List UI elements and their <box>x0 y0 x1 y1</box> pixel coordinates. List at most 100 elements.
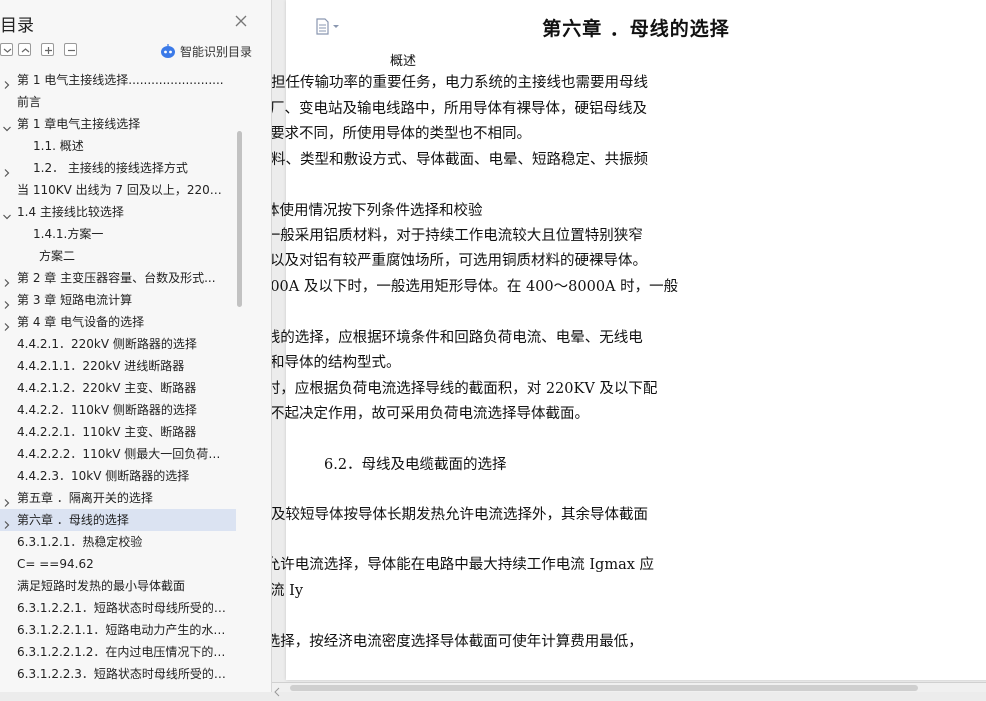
chapter-title: 第六章 ．母线的选择 <box>542 18 730 40</box>
document-page: 第六章 ．母线的选择 概述母线在电力系统中主要担任传输功率的重要任务，电力系统的… <box>272 0 986 680</box>
toc-item[interactable]: 第 3 章 短路电流计算 <box>0 289 236 311</box>
remove-icon[interactable] <box>64 43 77 56</box>
chevron-down-icon[interactable] <box>2 207 12 220</box>
toc-item-label: 1.4 主接线比较选择 <box>17 205 124 219</box>
document-text-line: 发电机，变压器出线端部，以及对铝有较严重腐蚀场所，可选用铜质材料的硬裸导体。 <box>272 253 647 269</box>
toc-item[interactable]: 4.4.2.1.1．220kV 进线断路器 <box>0 355 236 377</box>
toc-item[interactable]: 当 110KV 出线为 7 回及以上，220K ... <box>0 179 236 201</box>
toc-item[interactable]: 4.4.2.3．10kV 侧断路器的选择 <box>0 465 236 487</box>
toc-list: 第 1 电气主接线选择......................... 前言第 … <box>0 69 236 689</box>
toc-item-label: 4.4.2.2.1．110kV 主变、断路器 <box>17 425 197 439</box>
chevron-right-icon[interactable] <box>2 295 12 309</box>
document-area: 第六章 ．母线的选择 概述母线在电力系统中主要担任传输功率的重要任务，电力系统的… <box>272 0 986 692</box>
toc-item[interactable]: 4.4.2.2.2．110kV 侧最大一回负荷出 ... <box>0 443 236 465</box>
ai-recognize-label: 智能识别目录 <box>180 44 253 59</box>
document-text-line: （2）配电装置中软导线的选择，应根据环境条件和回路负荷电流、电晕、无线电 <box>272 330 643 346</box>
sidebar-scrollbar[interactable] <box>237 131 242 307</box>
document-text-line: 扰等条件，确定导体的截面和导体的结构型式。 <box>272 355 401 371</box>
document-text-line: 6.1．裸导体应根据具体使用情况按下列条件选择和校验 <box>272 203 483 219</box>
toc-item-label: 6.3.1.2.2.1.2．在内过电压情况下的风 ... <box>17 645 228 659</box>
toc-item[interactable]: 6.3.1.2.2.1．短路状态时母线所受的 ... <box>0 597 236 619</box>
toc-item-label: C= ==94.62 <box>17 557 94 571</box>
toc-item-label: 当 110KV 出线为 7 回及以上，220K ... <box>17 183 228 197</box>
ai-recognize-icon <box>160 43 176 59</box>
toc-item-label: 第 1 电气主接线选择......................... <box>17 73 224 87</box>
close-icon[interactable] <box>232 12 250 30</box>
toc-item[interactable]: 第五章 ．隔离开关的选择 <box>0 487 236 509</box>
toc-item[interactable]: 第 4 章 电气设备的选择 <box>0 311 236 333</box>
toc-item[interactable]: 1.4 主接线比较选择 <box>0 201 236 223</box>
toc-item-label: 4.4.2.2．110kV 侧断路器的选择 <box>17 403 197 417</box>
toc-item[interactable]: 第 2 章 主变压器容量、台数及形式... <box>0 267 236 289</box>
toc-item-label: 4.4.2.1.1．220kV 进线断路器 <box>17 359 185 373</box>
chevron-right-icon[interactable] <box>2 163 12 177</box>
ai-recognize-toc-button[interactable]: 智能识别目录 <box>160 42 252 60</box>
document-text-line: 6.2．母线及电缆截面的选择 <box>324 457 507 473</box>
toc-item-label: 6.3.1.2.2.3．短路状态时母线所受的 ... <box>17 667 228 681</box>
toc-item-label: 4.4.2.3．10kV 侧断路器的选择 <box>17 469 190 483</box>
document-text-line: 力电缆等，由于电压等级及要求不同，所使用导体的类型也不相同。 <box>272 126 531 142</box>
toc-item[interactable]: 1.2． 主接线的接线选择方式 <box>0 157 236 179</box>
chevron-down-icon[interactable] <box>2 119 12 132</box>
toc-item-label: 第 2 章 主变压器容量、台数及形式... <box>17 271 216 285</box>
toc-item-label: 满足短路时发热的最小导体截面 <box>17 579 186 593</box>
toc-item[interactable]: 6.3.1.2.1．热稳定校验 <box>0 531 236 553</box>
toc-item-label: 4.4.2.1．220kV 侧断路器的选择 <box>17 337 197 351</box>
document-text-line: 除配电装置的汇流母线及较短导体按导体长期发热允许电流选择外，其余导体截面 <box>272 507 648 523</box>
document-text-line: （1）按导体长期发热允许电流选择，导体能在电路中最大持续工作电流 Igmax 应 <box>272 557 655 573</box>
toc-item[interactable]: 第 1 章电气主接线选择 <box>0 113 236 135</box>
add-icon[interactable] <box>41 43 54 56</box>
toc-item[interactable]: 4.4.2.2．110kV 侧断路器的选择 <box>0 399 236 421</box>
toc-item[interactable]: 4.4.2.2.1．110kV 主变、断路器 <box>0 421 236 443</box>
toc-item[interactable]: 1.1. 概述 <box>0 135 236 157</box>
document-text-line: 概述 <box>390 54 417 69</box>
collapse-all-icon[interactable] <box>18 43 31 56</box>
document-text-line: （1）型式：载流导体一般采用铝质材料，对于持续工作电流较大且位置特别狭窄 <box>272 228 643 244</box>
document-text-line: 装置，电晕对选择导体一般不起决定作用，故可采用负荷电流选择导体截面。 <box>272 406 589 422</box>
toc-item[interactable]: 1.4.1.方案一 <box>0 223 236 245</box>
toc-item-label: 前言 <box>17 95 42 109</box>
toc-item[interactable]: 第 1 电气主接线选择......................... <box>0 69 236 91</box>
chevron-right-icon[interactable] <box>2 515 12 529</box>
toc-item-label: 6.3.1.2.2.1．短路状态时母线所受的 ... <box>17 601 228 615</box>
document-text-line: 大于导体长期发热的允许电流 Iy <box>272 583 304 599</box>
horizontal-scrollbar[interactable] <box>272 682 986 692</box>
toc-item[interactable]: 6.3.1.2.2.1.1．短路电动力产生的水平 ... <box>0 619 236 641</box>
expand-all-icon[interactable] <box>0 43 13 56</box>
toc-item-label: 第五章 ．隔离开关的选择 <box>17 491 153 505</box>
document-text-line: 敞露母线一般按导体材料、类型和敷设方式、导体截面、电晕、短路稳定、共振频 <box>272 152 648 168</box>
toc-item[interactable]: C= ==94.62 <box>0 553 236 575</box>
document-text-line: （2）按经济电流密度选择，按经济电流密度选择导体截面可使年计算费用最低， <box>272 634 643 650</box>
scroll-left-arrow-icon[interactable] <box>273 682 281 697</box>
chevron-right-icon[interactable] <box>2 273 12 287</box>
chevron-right-icon[interactable] <box>2 317 12 331</box>
toc-item[interactable]: 6.3.1.2.2.3．短路状态时母线所受的 ... <box>0 663 236 685</box>
toc-item-label: 4.4.2.2.2．110kV 侧最大一回负荷出 ... <box>17 447 228 461</box>
toc-item[interactable]: 6.3.1.2.2.1.2．在内过电压情况下的风 ... <box>0 641 236 663</box>
document-text-line: （3）当负荷电流较大时，应根据负荷电流选择导线的截面积，对 220KV 及以下配 <box>272 381 658 397</box>
toc-item-label: 6.3.1.2.1．热稳定校验 <box>17 535 143 549</box>
toc-item-label: 4.4.2.1.2．220kV 主变、断路器 <box>17 381 197 395</box>
toc-item-label: 1.2． 主接线的接线选择方式 <box>33 161 188 175</box>
chevron-right-icon[interactable] <box>2 75 12 89</box>
toc-item[interactable]: 满足短路时发热的最小导体截面 <box>0 575 236 597</box>
toc-item-label: 1.4.1.方案一 <box>33 227 104 241</box>
toc-item[interactable]: 第六章 ．母线的选择 <box>0 509 236 531</box>
toc-sidebar: 目录 智能识别目录 第 1 电气主接线选择...................… <box>0 0 272 692</box>
toc-item-label: 第 4 章 电气设备的选择 <box>17 315 145 329</box>
document-text-line: 回路正常工作电流在 400A 及以下时，一般选用矩形导体。在 400～8000A… <box>272 279 679 295</box>
toc-item[interactable]: 方案二 <box>0 245 236 267</box>
toc-item-label: 方案二 <box>39 249 76 263</box>
toc-item-label: 第 3 章 短路电流计算 <box>17 293 133 307</box>
horizontal-scrollbar-thumb[interactable] <box>290 685 918 691</box>
document-text-line: 母线在电力系统中主要担任传输功率的重要任务，电力系统的主接线也需要用母线 <box>272 75 648 91</box>
toc-item-label: 6.3.1.2.2.1.1．短路电动力产生的水平 ... <box>17 623 228 637</box>
chevron-right-icon[interactable] <box>2 493 12 507</box>
toc-item-label: 第 1 章电气主接线选择 <box>17 117 141 131</box>
toc-item-label: 第六章 ．母线的选择 <box>17 513 129 527</box>
document-text-line: 汇集和分散电功率，在发电厂、变电站及输电线路中，所用导体有裸导体，硬铝母线及 <box>272 101 647 117</box>
toc-item[interactable]: 前言 <box>0 91 236 113</box>
toc-item[interactable]: 4.4.2.1.2．220kV 主变、断路器 <box>0 377 236 399</box>
sidebar-title: 目录 <box>0 16 34 36</box>
toc-item[interactable]: 4.4.2.1．220kV 侧断路器的选择 <box>0 333 236 355</box>
